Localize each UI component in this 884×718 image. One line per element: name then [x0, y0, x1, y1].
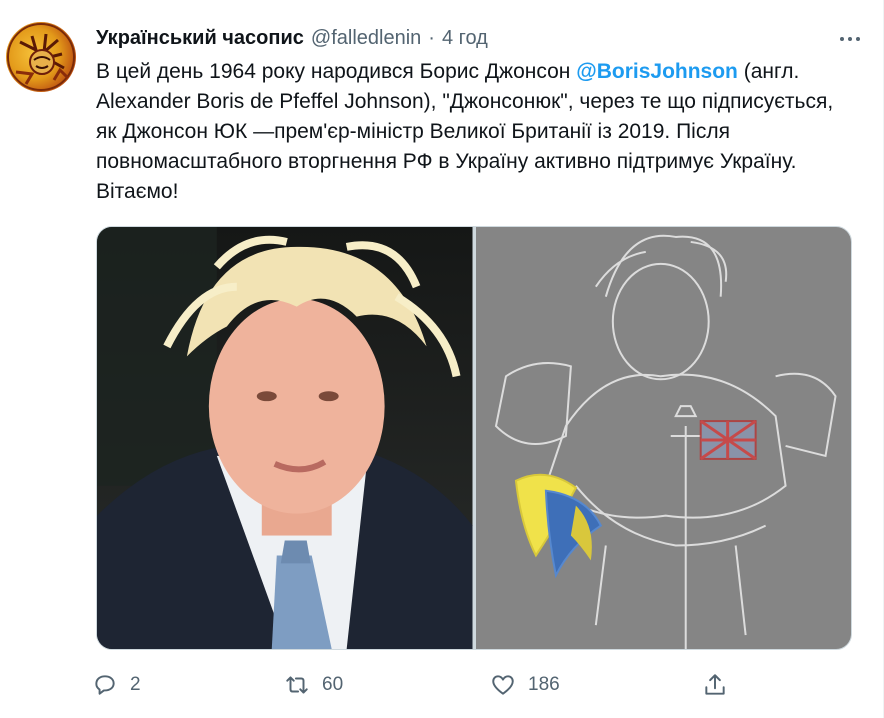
share-button[interactable] [702, 672, 728, 698]
reply-icon [95, 675, 115, 695]
portrait-photo-icon [97, 227, 473, 649]
share-icon [705, 674, 725, 695]
tweet-text: В цей день 1964 року народився Борис Джо… [96, 57, 856, 207]
avatar-illustration-icon [7, 23, 75, 91]
media-photo-left[interactable] [97, 227, 473, 649]
media-grid [96, 226, 852, 650]
like-button[interactable]: 186 [490, 672, 560, 698]
avatar[interactable] [6, 22, 76, 92]
knight-drawing-icon [475, 227, 851, 649]
author-display-name[interactable]: Український часопис [96, 27, 304, 50]
separator-dot: · [428, 26, 435, 49]
author-handle[interactable]: @falledlenin [311, 27, 421, 50]
reply-button[interactable]: 2 [92, 672, 141, 698]
retweet-button[interactable]: 60 [284, 672, 343, 698]
tweet-timestamp[interactable]: 4 год [442, 27, 488, 50]
retweet-count: 60 [322, 674, 344, 695]
tweet-actions: 2 60 186 [92, 666, 742, 704]
media-drawing-right[interactable] [475, 227, 851, 649]
tweet-card[interactable]: Український часопис @falledlenin · 4 год… [0, 0, 884, 718]
reply-count: 2 [130, 674, 141, 695]
mention-link[interactable]: @BorisJohnson [576, 60, 738, 83]
tweet-header: Український часопис @falledlenin · 4 год [96, 24, 488, 52]
like-count: 186 [528, 674, 560, 695]
retweet-icon [286, 676, 308, 694]
heart-icon [492, 675, 514, 695]
more-options-icon[interactable] [833, 22, 867, 56]
tweet-text-part-1: В цей день 1964 року народився Борис Джо… [96, 60, 577, 83]
